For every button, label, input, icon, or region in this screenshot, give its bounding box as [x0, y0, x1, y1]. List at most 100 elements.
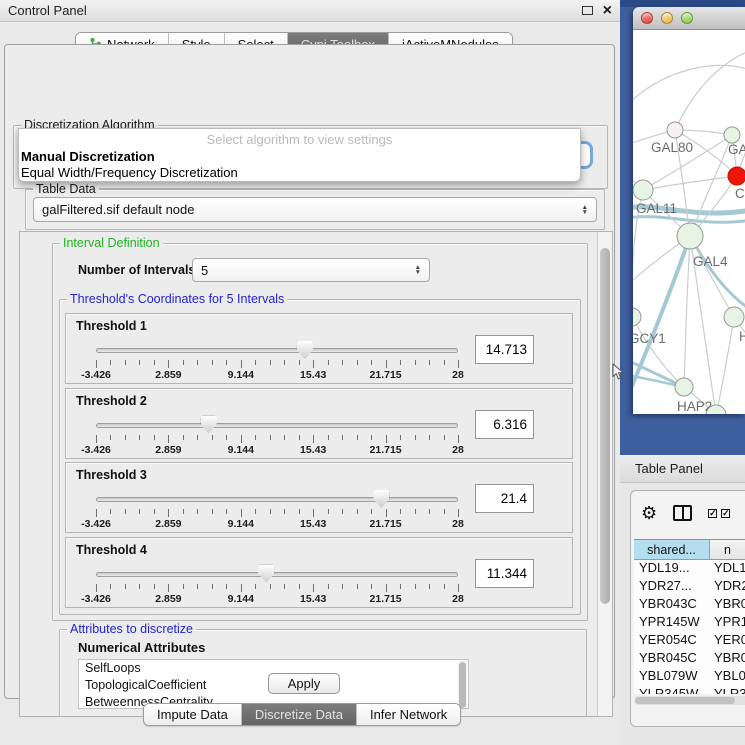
vertical-scrollbar-thumb[interactable]: [600, 248, 610, 604]
zoom-traffic-icon[interactable]: [681, 12, 693, 24]
network-node-red-node[interactable]: [728, 167, 745, 185]
tick-mark: [357, 584, 358, 589]
network-node-gcy1[interactable]: [633, 308, 641, 326]
cell-shared-name[interactable]: YBR043C: [634, 596, 710, 614]
bottom-tab-label: Infer Network: [370, 707, 447, 722]
network-node-h[interactable]: [724, 307, 744, 327]
gear-icon[interactable]: ⚙: [641, 504, 657, 522]
tick-label: -3.426: [81, 593, 111, 605]
table-row[interactable]: YDL19...YDL1: [634, 560, 745, 578]
attributes-list-scrollbar[interactable]: [458, 661, 467, 709]
vertical-scrollbar[interactable]: [597, 232, 612, 716]
tick-mark: [400, 584, 401, 589]
tick-label: -3.426: [81, 444, 111, 456]
network-edge[interactable]: [716, 317, 734, 414]
network-edge[interactable]: [675, 130, 732, 135]
cell-name[interactable]: YBL0: [710, 668, 745, 686]
table-row[interactable]: YBR045CYBR0: [634, 650, 745, 668]
table-panel-body: ⚙ ✓ ✓ shared...n YDL19...YDL1YDR27...YDR…: [620, 483, 745, 745]
dropdown-option-equal-width-frequency[interactable]: Equal Width/Frequency Discretization: [19, 164, 580, 180]
network-edge[interactable]: [633, 236, 690, 398]
network-edge[interactable]: [690, 236, 745, 310]
threshold-slider-thumb[interactable]: [201, 416, 217, 434]
tick-mark: [386, 509, 387, 517]
close-icon[interactable]: ×: [603, 4, 612, 18]
table-row[interactable]: YDR27...YDR2: [634, 578, 745, 596]
tick-mark: [96, 584, 97, 592]
network-node-ga[interactable]: [724, 127, 740, 143]
cell-name[interactable]: YPR1: [710, 614, 745, 632]
threshold-value-field[interactable]: 6.316: [475, 410, 534, 439]
table-row[interactable]: YBL079WYBL0: [634, 668, 745, 686]
threshold-slider-track[interactable]: [96, 423, 458, 428]
column-header-shared-[interactable]: shared...: [634, 540, 710, 559]
tick-mark: [458, 509, 459, 517]
network-node-gal4[interactable]: [677, 223, 703, 249]
number-of-intervals-combobox[interactable]: 5 ▲▼: [192, 258, 430, 282]
cell-name[interactable]: YDR2: [710, 578, 745, 596]
network-edge[interactable]: [633, 217, 745, 223]
threshold-value-field[interactable]: 21.4: [475, 484, 534, 513]
threshold-value-field[interactable]: 11.344: [475, 559, 534, 588]
network-node-hap2[interactable]: [675, 378, 693, 396]
network-node-gal11[interactable]: [633, 180, 653, 200]
tick-mark: [371, 584, 372, 589]
tick-mark: [400, 360, 401, 365]
cell-shared-name[interactable]: YPR145W: [634, 614, 710, 632]
table-horizontal-scrollbar[interactable]: [634, 696, 745, 705]
threshold-value-field[interactable]: 14.713: [475, 335, 534, 364]
network-canvas[interactable]: GAL80GACGAL11GAL4GCY1HHAP2: [633, 30, 745, 414]
bottom-tab-discretize-data[interactable]: Discretize Data: [242, 704, 357, 725]
threshold-slider-thumb[interactable]: [258, 565, 274, 583]
table-row[interactable]: YER054CYER0: [634, 632, 745, 650]
threshold-slider-track[interactable]: [96, 497, 458, 502]
tick-label: 28: [452, 518, 464, 530]
table-data-selected-value: galFiltered.sif default node: [42, 202, 194, 217]
table-row[interactable]: YLR345WYLR3: [634, 686, 745, 694]
scrollbar-thumb[interactable]: [459, 662, 466, 708]
cell-name[interactable]: YDL1: [710, 560, 745, 578]
horizontal-scrollbar-thumb[interactable]: [635, 697, 735, 704]
threshold-slider-thumb[interactable]: [373, 490, 389, 508]
threshold-slider-thumb[interactable]: [297, 341, 313, 359]
threshold-slider-track[interactable]: [96, 572, 458, 577]
cell-shared-name[interactable]: YBL079W: [634, 668, 710, 686]
tick-mark: [444, 509, 445, 514]
cell-name[interactable]: YER0: [710, 632, 745, 650]
threshold-slider-track[interactable]: [96, 348, 458, 353]
float-window-icon[interactable]: [582, 6, 593, 15]
cell-shared-name[interactable]: YDR27...: [634, 578, 710, 596]
network-window-titlebar[interactable]: [633, 7, 745, 30]
tick-mark: [96, 360, 97, 368]
network-edge[interactable]: [684, 236, 690, 387]
network-node-gal80[interactable]: [667, 122, 683, 138]
slider-tick-labels: -3.4262.8599.14415.4321.71528: [96, 444, 458, 456]
cell-name[interactable]: YLR3: [710, 686, 745, 694]
close-traffic-icon[interactable]: [641, 12, 653, 24]
apply-button[interactable]: Apply: [268, 673, 340, 694]
column-header-n[interactable]: n: [710, 540, 745, 559]
bottom-tab-impute-data[interactable]: Impute Data: [144, 704, 242, 725]
cell-shared-name[interactable]: YBR045C: [634, 650, 710, 668]
interval-definition-title: Interval Definition: [60, 236, 163, 250]
table-row[interactable]: YBR043CYBR0: [634, 596, 745, 614]
bottom-tab-infer-network[interactable]: Infer Network: [357, 704, 460, 725]
tick-mark: [313, 509, 314, 517]
cell-name[interactable]: YBR0: [710, 596, 745, 614]
tick-mark: [386, 584, 387, 592]
network-edge[interactable]: [690, 236, 734, 317]
column-view-icon[interactable]: [673, 505, 692, 521]
minimize-traffic-icon[interactable]: [661, 12, 673, 24]
dropdown-option-manual-discretization[interactable]: Manual Discretization: [19, 148, 580, 164]
network-edge[interactable]: [633, 65, 745, 105]
cell-shared-name[interactable]: YLR345W: [634, 686, 710, 694]
table-data-combobox[interactable]: galFiltered.sif default node ▲▼: [33, 197, 597, 222]
cell-name[interactable]: YBR0: [710, 650, 745, 668]
cell-shared-name[interactable]: YER054C: [634, 632, 710, 650]
select-columns-icon[interactable]: ✓ ✓: [708, 509, 730, 518]
cell-shared-name[interactable]: YDL19...: [634, 560, 710, 578]
network-edge[interactable]: [675, 50, 745, 130]
table-row[interactable]: YPR145WYPR1: [634, 614, 745, 632]
tick-mark: [183, 435, 184, 440]
network-edge[interactable]: [643, 176, 737, 190]
